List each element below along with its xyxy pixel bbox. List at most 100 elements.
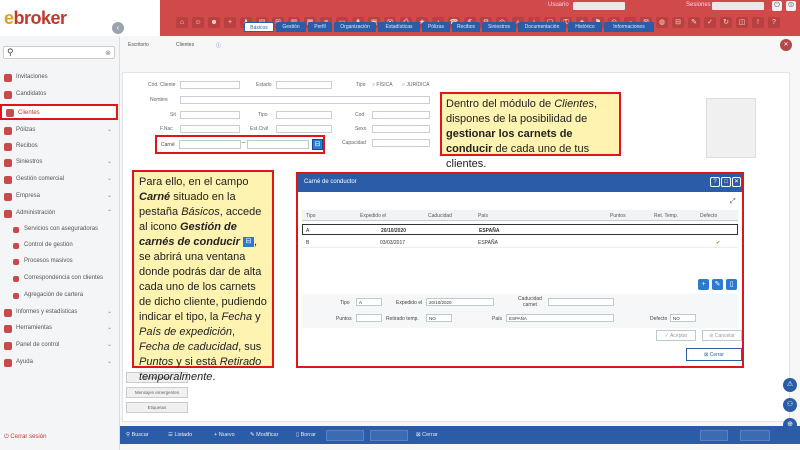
cerrar-button[interactable]: ⊠ Cerrar — [686, 348, 742, 361]
maximize-icon[interactable]: □ — [721, 177, 731, 187]
cod-cliente-input[interactable] — [180, 81, 240, 89]
sidebar-item-panel[interactable]: Panel de control ⌄ — [0, 340, 118, 352]
sit-input[interactable] — [180, 111, 240, 119]
grid-icon[interactable]: ⊟ — [672, 17, 684, 28]
sync-icon[interactable]: ↻ — [720, 17, 732, 28]
tab-gestion[interactable]: Gestión — [276, 22, 306, 32]
juridica-radio[interactable]: ○ JURÍDICA — [402, 82, 429, 88]
breadcrumb-escritorio[interactable]: Escritorio — [128, 42, 149, 48]
note-icon[interactable]: ✎ — [688, 17, 700, 28]
table-row[interactable]: A 20/10/2020 ESPAÑA — [302, 224, 738, 235]
search-input[interactable]: ⚲ ⊗ — [3, 46, 115, 59]
sexo-input[interactable] — [372, 125, 430, 133]
tipo-select[interactable]: A — [356, 298, 382, 306]
sidebar-item-candidatos[interactable]: Candidatos — [0, 89, 118, 101]
help-icon[interactable]: ? — [710, 177, 720, 187]
cerrar-main-button[interactable]: ⊠ Cerrar — [416, 430, 438, 441]
estado-input[interactable] — [276, 81, 332, 89]
col-puntos[interactable]: Puntos — [610, 213, 626, 219]
add-icon[interactable]: + — [698, 279, 709, 290]
pager-field-2[interactable] — [740, 430, 770, 441]
defecto-select[interactable]: NO — [670, 314, 696, 322]
col-pais[interactable]: País — [478, 213, 488, 219]
warning-icon[interactable]: ! — [752, 17, 764, 28]
sidebar-item-servicios[interactable]: Servicios con aseguradoras — [0, 224, 118, 236]
close-icon[interactable]: ✕ — [780, 39, 792, 51]
sidebar-item-procesos[interactable]: Procesos masivos — [0, 256, 118, 268]
tab-recibos[interactable]: Recibos — [452, 22, 480, 32]
caducidad-input[interactable] — [548, 298, 614, 306]
globe-icon[interactable]: ◍ — [656, 17, 668, 28]
breadcrumb-clientes[interactable]: Clientes — [176, 42, 194, 48]
mensajes-emergentes-button[interactable]: Mensajes emergentes — [126, 387, 188, 398]
power-icon[interactable]: ⏼ — [786, 1, 796, 11]
sidebar-item-empresa[interactable]: Empresa ⌄ — [0, 191, 118, 203]
sidebar-item-informes[interactable]: Informes y estadísticas ⌄ — [0, 307, 118, 319]
pais-input[interactable]: ESPAÑA — [506, 314, 614, 322]
delete-icon[interactable]: ▯ — [726, 279, 737, 290]
clear-search-icon[interactable]: ⊗ — [105, 49, 111, 57]
puntos-input[interactable] — [356, 314, 382, 322]
carne-input-from[interactable] — [179, 140, 241, 149]
fnac-input[interactable] — [180, 125, 240, 133]
sidebar-item-correspondencia[interactable]: Correspondencia con clientes — [0, 273, 118, 285]
user-field[interactable] — [573, 2, 625, 10]
tipo2-input[interactable] — [276, 111, 332, 119]
home-icon[interactable]: ⌂ — [176, 17, 188, 28]
borrar-button[interactable]: ▯ Borrar — [296, 430, 316, 441]
alert-icon[interactable]: ⚠ — [783, 378, 797, 392]
users-icon[interactable]: ☻ — [208, 17, 220, 28]
session-field[interactable] — [712, 2, 764, 10]
disabled-button-1[interactable] — [326, 430, 364, 441]
col-caducidad[interactable]: Caducidad — [428, 213, 452, 219]
sidebar-item-ayuda[interactable]: Ayuda ⌄ — [0, 357, 118, 369]
modificar-button[interactable]: ✎ Modificar — [250, 430, 278, 441]
logout-link[interactable]: ⏻ Cerrar sesión — [4, 434, 46, 441]
logout-icon[interactable]: ⏻ — [772, 1, 782, 11]
nuevo-button[interactable]: + Nuevo — [214, 430, 235, 441]
tab-perfil[interactable]: Perfil — [308, 22, 332, 32]
retirado-select[interactable]: NO — [426, 314, 452, 322]
col-ret-temp[interactable]: Ret. Temp. — [654, 213, 678, 219]
col-tipo[interactable]: Tipo — [306, 213, 316, 219]
etiquetas-button[interactable]: Etiquetas — [126, 402, 188, 413]
sidebar-item-gestion-comercial[interactable]: Gestión comercial ⌄ — [0, 174, 118, 186]
tab-siniestros[interactable]: Siniestros — [482, 22, 516, 32]
fisica-radio[interactable]: ○ FÍSICA — [372, 82, 393, 88]
sidebar-item-herramientas[interactable]: Herramientas ⌄ — [0, 323, 118, 335]
collapse-sidebar-icon[interactable]: ‹ — [112, 22, 124, 34]
box-icon[interactable]: ◫ — [736, 17, 748, 28]
pager-field[interactable] — [700, 430, 728, 441]
tab-basicos[interactable]: Básicos — [244, 22, 274, 32]
col-defecto[interactable]: Defecto — [700, 213, 717, 219]
cart-icon[interactable]: ⊕ — [783, 418, 797, 432]
expedido-input[interactable]: 20/10/2020 — [426, 298, 494, 306]
tab-historico[interactable]: Histórico — [568, 22, 602, 32]
cancelar-button[interactable]: ⊘ Cancelar — [702, 330, 742, 341]
nombre-input[interactable] — [180, 96, 430, 104]
tab-organizacion[interactable]: Organización — [334, 22, 376, 32]
sidebar-item-invitaciones[interactable]: Invitaciones — [0, 72, 118, 84]
tab-informaciones[interactable]: Informaciones — [604, 22, 654, 32]
manage-licenses-button[interactable]: ⊟ — [312, 139, 323, 150]
tab-documentacion[interactable]: Documentación — [518, 22, 566, 32]
sidebar-item-polizas[interactable]: Pólizas ⌄ — [0, 125, 118, 137]
user-icon[interactable]: ☺ — [192, 17, 204, 28]
sidebar-item-agregacion[interactable]: Agregación de cartera — [0, 290, 118, 302]
estcivil-input[interactable] — [276, 125, 332, 133]
disabled-button-2[interactable] — [370, 430, 408, 441]
check-icon[interactable]: ✓ — [704, 17, 716, 28]
add-user-icon[interactable]: + — [224, 17, 236, 28]
buscar-button[interactable]: ⚲ Buscar — [126, 430, 149, 441]
tab-polizas[interactable]: Pólizas — [422, 22, 450, 32]
edit-icon[interactable]: ✎ — [712, 279, 723, 290]
sidebar-item-clientes[interactable]: Clientes — [0, 104, 118, 120]
sidebar-item-control[interactable]: Control de gestión — [0, 240, 118, 252]
sidebar-item-siniestros[interactable]: Siniestros ⌄ — [0, 157, 118, 169]
aceptar-button[interactable]: ✓ Aceptar — [656, 330, 696, 341]
cod-input[interactable] — [372, 111, 430, 119]
expand-icon[interactable]: ⤢ — [730, 198, 736, 206]
table-row[interactable]: B 03/03/2017 ESPAÑA ✔ — [302, 237, 738, 248]
sidebar-item-recibos[interactable]: Recibos — [0, 141, 118, 153]
sidebar-item-administracion[interactable]: Administración ⌃ — [0, 208, 118, 220]
